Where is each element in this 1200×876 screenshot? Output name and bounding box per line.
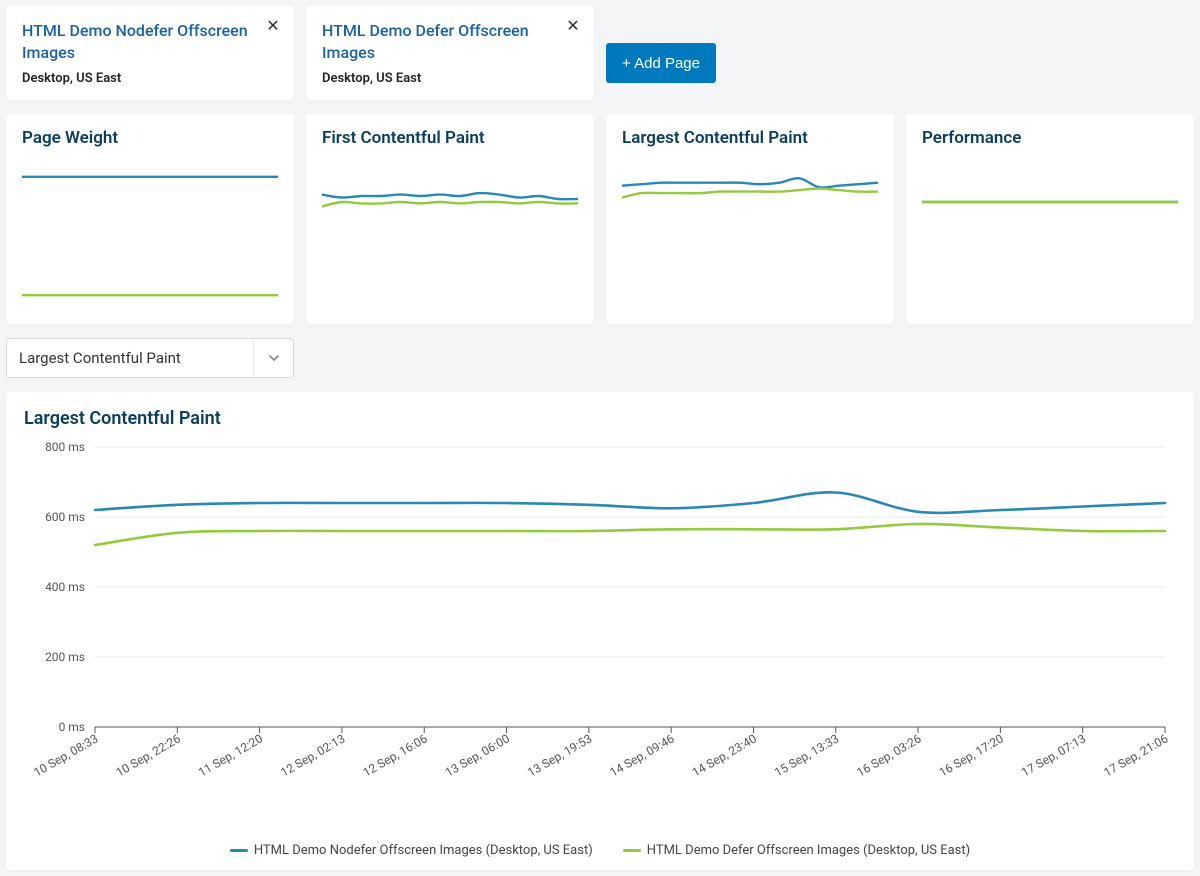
- svg-text:11 Sep, 12:20: 11 Sep, 12:20: [196, 732, 265, 780]
- svg-text:800 ms: 800 ms: [45, 440, 85, 454]
- mini-card-title: First Contentful Paint: [322, 128, 578, 148]
- chart-legend: HTML Demo Nodefer Offscreen Images (Desk…: [24, 843, 1176, 858]
- page-card-subtitle: Desktop, US East: [22, 71, 278, 86]
- main-chart-card: Largest Contentful Paint 0 ms 200 ms 400 m…: [6, 392, 1194, 870]
- svg-text:200 ms: 200 ms: [45, 650, 85, 664]
- svg-text:16 Sep, 03:26: 16 Sep, 03:26: [854, 732, 923, 780]
- mini-card-title: Performance: [922, 128, 1178, 148]
- metric-select-value: Largest Contentful Paint: [19, 349, 181, 367]
- add-page-button[interactable]: + Add Page: [606, 43, 716, 83]
- svg-text:14 Sep, 23:40: 14 Sep, 23:40: [690, 732, 759, 780]
- mini-chart-svg: [22, 162, 278, 310]
- svg-text:10 Sep, 08:33: 10 Sep, 08:33: [31, 732, 100, 780]
- mini-chart-svg: [622, 162, 878, 310]
- svg-text:600 ms: 600 ms: [45, 510, 85, 524]
- page-card-title[interactable]: HTML Demo Defer Offscreen Images: [322, 20, 578, 63]
- mini-card-page-weight[interactable]: Page Weight: [6, 114, 294, 324]
- page-card-0[interactable]: ✕ HTML Demo Nodefer Offscreen Images Des…: [6, 6, 294, 100]
- mini-card-performance[interactable]: Performance: [906, 114, 1194, 324]
- svg-text:13 Sep, 19:53: 13 Sep, 19:53: [525, 732, 594, 780]
- page-card-title[interactable]: HTML Demo Nodefer Offscreen Images: [22, 20, 278, 63]
- svg-text:13 Sep, 06:00: 13 Sep, 06:00: [443, 732, 512, 780]
- svg-text:17 Sep, 07:13: 17 Sep, 07:13: [1019, 732, 1088, 780]
- main-chart-title: Largest Contentful Paint: [24, 408, 1176, 429]
- legend-label: HTML Demo Nodefer Offscreen Images (Desk…: [254, 843, 593, 858]
- main-chart-svg: 0 ms 200 ms 400 ms 600 ms 800 ms 10 Sep, 08:3…: [24, 437, 1176, 837]
- mini-card-title: Largest Contentful Paint: [622, 128, 878, 148]
- legend-label: HTML Demo Defer Offscreen Images (Deskto…: [647, 843, 970, 858]
- svg-text:0 ms: 0 ms: [59, 720, 85, 734]
- chevron-down-icon: [253, 339, 293, 377]
- svg-text:16 Sep, 17:20: 16 Sep, 17:20: [937, 732, 1006, 780]
- page-card-subtitle: Desktop, US East: [322, 71, 578, 86]
- page-cards-row: ✕ HTML Demo Nodefer Offscreen Images Des…: [6, 6, 1194, 100]
- legend-item-1: HTML Demo Defer Offscreen Images (Deskto…: [623, 843, 970, 858]
- mini-charts-row: Page Weight First Contentful Paint Large…: [6, 114, 1194, 324]
- mini-chart-svg: [322, 162, 578, 310]
- page-card-1[interactable]: ✕ HTML Demo Defer Offscreen Images Deskt…: [306, 6, 594, 100]
- svg-text:12 Sep, 16:06: 12 Sep, 16:06: [360, 732, 429, 780]
- metric-select[interactable]: Largest Contentful Paint: [6, 338, 294, 378]
- mini-chart-svg: [922, 162, 1178, 310]
- mini-card-fcp[interactable]: First Contentful Paint: [306, 114, 594, 324]
- legend-item-0: HTML Demo Nodefer Offscreen Images (Desk…: [230, 843, 593, 858]
- svg-text:10 Sep, 22:26: 10 Sep, 22:26: [114, 732, 183, 780]
- main-chart-area: 0 ms 200 ms 400 ms 600 ms 800 ms 10 Sep, 08:3…: [24, 437, 1176, 837]
- svg-text:17 Sep, 21:06: 17 Sep, 21:06: [1101, 732, 1170, 780]
- close-icon[interactable]: ✕: [564, 18, 582, 36]
- svg-text:12 Sep, 02:13: 12 Sep, 02:13: [278, 732, 347, 780]
- svg-text:15 Sep, 13:33: 15 Sep, 13:33: [772, 732, 841, 780]
- mini-card-lcp[interactable]: Largest Contentful Paint: [606, 114, 894, 324]
- mini-card-title: Page Weight: [22, 128, 278, 148]
- svg-text:14 Sep, 09:46: 14 Sep, 09:46: [607, 732, 676, 780]
- close-icon[interactable]: ✕: [264, 18, 282, 36]
- svg-text:400 ms: 400 ms: [45, 580, 85, 594]
